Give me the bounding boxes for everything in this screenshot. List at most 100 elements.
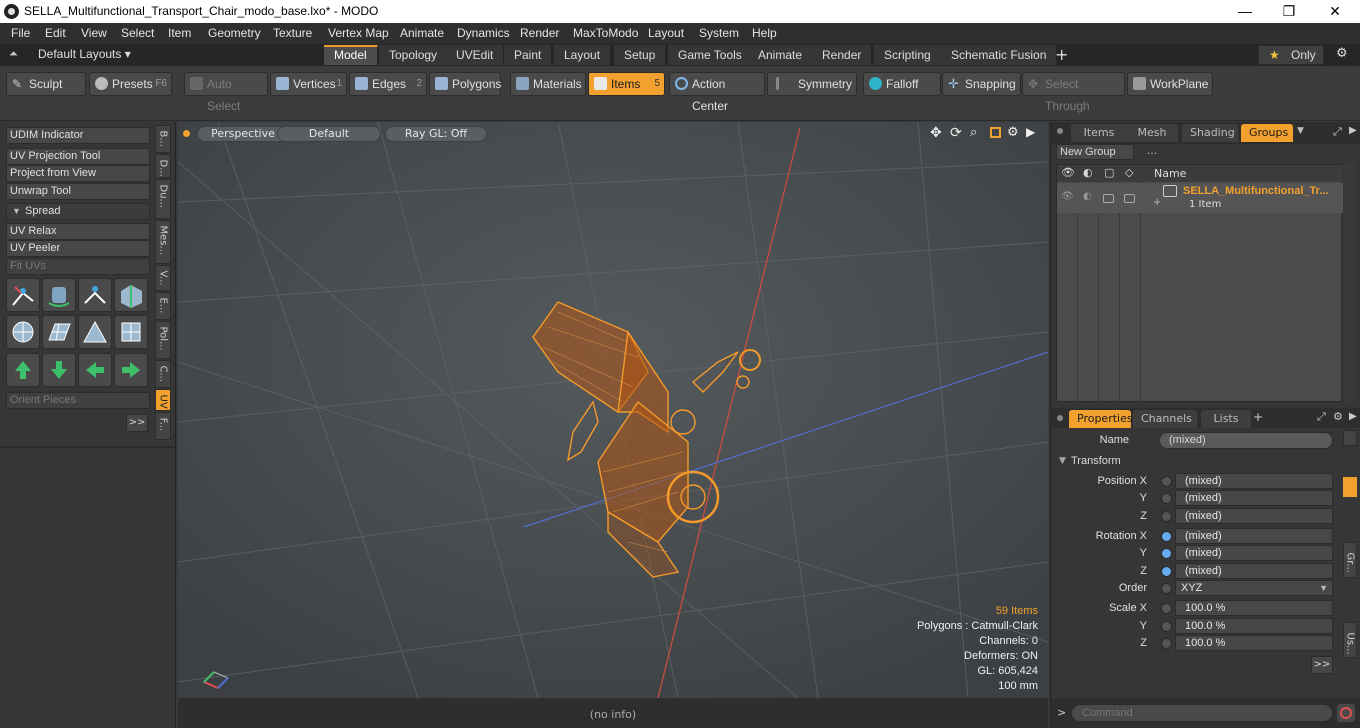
arrow-down-icon[interactable] (42, 353, 76, 387)
row-select-icon[interactable] (1124, 194, 1135, 203)
tab-topology[interactable]: Topology (379, 45, 449, 65)
expand-icon[interactable]: ⤢ (1333, 125, 1342, 139)
tab-animate[interactable]: Animate (748, 45, 814, 65)
tab-setup[interactable]: Setup (614, 45, 667, 65)
vtab-c[interactable]: C... (155, 360, 171, 388)
vtab-v[interactable]: V... (155, 265, 171, 291)
only-toggle[interactable]: ★ Only (1258, 45, 1324, 65)
auto-select-button[interactable]: Auto Select (184, 72, 268, 113)
menu-layout[interactable]: Layout (648, 26, 684, 40)
tab-groups[interactable]: Groups (1241, 124, 1293, 142)
viewport-gear-icon[interactable]: ⚙ (1007, 125, 1019, 140)
arrow-left-icon[interactable] (78, 353, 112, 387)
uv-peeler-button[interactable]: UV Peeler (6, 240, 150, 257)
symmetry-button[interactable]: Symmetry (767, 72, 857, 96)
panel-arrow-icon[interactable]: ▶ (1349, 125, 1357, 136)
uv-relax-button[interactable]: UV Relax (6, 223, 150, 240)
layout-up-icon[interactable]: ⏶ (9, 47, 21, 61)
position-y-dot[interactable] (1161, 493, 1172, 504)
row-lock-icon[interactable] (1103, 194, 1114, 203)
menu-item[interactable]: Item (168, 26, 191, 40)
side-tab-us[interactable]: Us... (1343, 622, 1357, 658)
properties-more-button[interactable]: >> (1311, 656, 1333, 674)
transform-section[interactable]: ▼ Transform (1055, 454, 1335, 470)
vtab-d[interactable]: D... (155, 154, 171, 178)
menu-file[interactable]: File (11, 26, 30, 40)
workplane-button[interactable]: WorkPlane (1127, 72, 1213, 96)
vertices-button[interactable]: Vertices 1 (270, 72, 347, 96)
expand-plus-icon[interactable]: + (1153, 197, 1161, 208)
uv-projection-tool-button[interactable]: UV Projection Tool (6, 148, 150, 165)
falloff-button[interactable]: Falloff (863, 72, 941, 96)
tab-dropdown-icon[interactable]: ▼ (1297, 126, 1304, 136)
rotation-x-field[interactable]: (mixed) (1175, 528, 1333, 544)
menu-system[interactable]: System (699, 26, 739, 40)
fit-icon[interactable] (990, 127, 1001, 138)
orient-pieces-button[interactable]: Orient Pieces (6, 392, 150, 409)
menu-render[interactable]: Render (520, 26, 559, 40)
rotate-icon[interactable]: ⟳ (950, 125, 962, 141)
rotation-y-dot[interactable] (1161, 548, 1172, 559)
menu-vertex-map[interactable]: Vertex Map (328, 26, 389, 40)
snapping-button[interactable]: ✛ Snapping (942, 72, 1021, 96)
arrow-right-icon[interactable] (114, 353, 148, 387)
view-type-dropdown[interactable]: Perspective (197, 126, 289, 142)
polygons-button[interactable]: Polygons (429, 72, 501, 96)
rotation-x-dot[interactable] (1161, 531, 1172, 542)
select-through-button[interactable]: ✥ Select Through (1022, 72, 1125, 113)
edges-button[interactable]: Edges 2 (349, 72, 427, 96)
vtab-mes[interactable]: Mes... (155, 220, 171, 264)
command-input[interactable] (1071, 704, 1333, 722)
layout-selector[interactable]: Default Layouts ▾ (38, 47, 131, 61)
name-field[interactable]: (mixed) (1159, 432, 1333, 449)
uv-pyramid-icon[interactable] (78, 315, 112, 349)
vtab-b[interactable]: B... (155, 125, 171, 153)
group-row[interactable]: 👁 ◐ + SELLA_Multifunctional_Tr... 1 Item (1057, 183, 1343, 213)
vtab-du[interactable]: Du... (155, 179, 171, 219)
viewport-menu-icon[interactable]: ▶ (1026, 125, 1035, 139)
tab-properties[interactable]: Properties (1069, 410, 1133, 428)
menu-texture[interactable]: Texture (273, 26, 312, 40)
project-from-view-button[interactable]: Project from View (6, 165, 150, 182)
uv-box-icon[interactable] (114, 278, 148, 312)
raygl-dropdown[interactable]: Ray GL: Off (385, 126, 487, 142)
tab-model[interactable]: Model (324, 45, 378, 65)
vtab-f[interactable]: F... (155, 412, 171, 440)
position-z-dot[interactable] (1161, 511, 1172, 522)
scale-x-field[interactable]: 100.0 % (1175, 600, 1333, 616)
position-z-field[interactable]: (mixed) (1175, 508, 1333, 524)
position-x-field[interactable]: (mixed) (1175, 473, 1333, 489)
record-button[interactable] (1337, 704, 1355, 722)
presets-button[interactable]: Presets F6 (89, 72, 172, 96)
rotation-z-field[interactable]: (mixed) (1175, 563, 1333, 579)
new-group-button[interactable]: New Group (1056, 144, 1134, 160)
tab-game-tools[interactable]: Game Tools (668, 45, 753, 65)
menu-dynamics[interactable]: Dynamics (457, 26, 510, 40)
uv-cylinder-icon[interactable] (42, 278, 76, 312)
menu-maxtomodo[interactable]: MaxToModo (573, 26, 638, 40)
tab-channels[interactable]: Channels (1133, 410, 1197, 428)
tab-items[interactable]: Items (1071, 124, 1127, 142)
groups-scrollbar[interactable] (1345, 164, 1355, 402)
zoom-icon[interactable]: ⌕ (970, 125, 977, 140)
row-render-icon[interactable]: ◐ (1083, 191, 1092, 202)
pan-icon[interactable]: ✥ (930, 125, 942, 141)
shading-dropdown[interactable]: Default (277, 126, 381, 142)
row-visibility-icon[interactable]: 👁 (1061, 191, 1074, 202)
minimize-button[interactable]: — (1222, 0, 1268, 23)
panel-arrow-icon[interactable]: ▶ (1349, 411, 1357, 422)
scale-x-dot[interactable] (1161, 603, 1172, 614)
uv-transform-icon[interactable] (6, 278, 40, 312)
close-button[interactable]: ✕ (1312, 0, 1358, 23)
tab-scripting[interactable]: Scripting (874, 45, 942, 65)
rotation-y-field[interactable]: (mixed) (1175, 545, 1333, 561)
gear-icon[interactable]: ⚙ (1333, 410, 1343, 423)
arrow-up-icon[interactable] (6, 353, 40, 387)
uv-sphere-grid-icon[interactable] (6, 315, 40, 349)
viewport-options-icon[interactable] (183, 130, 190, 137)
menu-animate[interactable]: Animate (400, 26, 444, 40)
tab-layout[interactable]: Layout (554, 45, 612, 65)
3d-viewport[interactable]: Perspective Default Ray GL: Off ✥ ⟳ ⌕ ⚙ … (178, 122, 1048, 698)
menu-help[interactable]: Help (752, 26, 777, 40)
tab-schematic-fusion[interactable]: Schematic Fusion (941, 45, 1058, 65)
